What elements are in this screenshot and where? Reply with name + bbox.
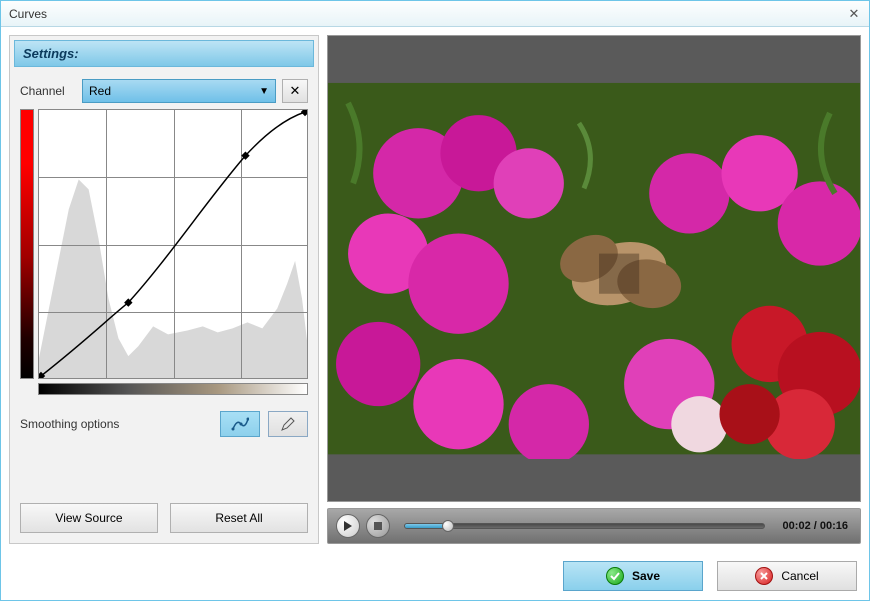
- preview-panel: 00:02 / 00:16: [327, 35, 861, 544]
- content-area: Settings: Channel Red ▼ ✕: [1, 27, 869, 552]
- seek-thumb[interactable]: [442, 520, 454, 532]
- channel-value: Red: [89, 84, 111, 98]
- save-button[interactable]: Save: [563, 561, 703, 591]
- video-preview[interactable]: [327, 35, 861, 502]
- horizontal-gradient: [38, 383, 308, 395]
- channel-label: Channel: [20, 84, 76, 98]
- cancel-label: Cancel: [781, 569, 818, 583]
- settings-panel: Settings: Channel Red ▼ ✕: [9, 35, 319, 544]
- current-time: 00:02: [783, 520, 811, 532]
- check-icon: [606, 567, 624, 585]
- remove-channel-button[interactable]: ✕: [282, 79, 308, 103]
- reset-all-button[interactable]: Reset All: [170, 503, 308, 533]
- stop-button[interactable]: [366, 514, 390, 538]
- panel-buttons: View Source Reset All: [10, 493, 318, 543]
- close-icon: ✕: [290, 83, 301, 99]
- titlebar[interactable]: Curves ✕: [1, 1, 869, 27]
- smoothing-label: Smoothing options: [20, 417, 212, 431]
- curve-editor: [10, 109, 318, 401]
- dialog-footer: Save Cancel: [1, 552, 869, 600]
- view-source-button[interactable]: View Source: [20, 503, 158, 533]
- seek-bar[interactable]: [404, 523, 765, 529]
- vertical-gradient: [20, 109, 34, 379]
- channel-select[interactable]: Red ▼: [82, 79, 276, 103]
- pencil-icon: [280, 416, 296, 432]
- smoothing-row: Smoothing options: [10, 401, 318, 447]
- stop-icon: [374, 522, 382, 530]
- channel-row: Channel Red ▼ ✕: [10, 71, 318, 109]
- settings-header: Settings:: [14, 40, 314, 67]
- save-label: Save: [632, 569, 660, 583]
- chevron-down-icon: ▼: [259, 86, 269, 97]
- play-icon: [343, 521, 353, 531]
- window-title: Curves: [7, 7, 845, 21]
- player-bar: 00:02 / 00:16: [327, 508, 861, 544]
- curve-line[interactable]: [39, 110, 307, 378]
- curves-dialog: Curves ✕ Settings: Channel Red ▼ ✕: [0, 0, 870, 601]
- curve-canvas[interactable]: [38, 109, 308, 379]
- total-time: 00:16: [820, 520, 848, 532]
- close-icon[interactable]: ✕: [845, 5, 863, 23]
- smooth-curve-button[interactable]: [220, 411, 260, 437]
- curve-icon: [231, 417, 249, 431]
- time-display: 00:02 / 00:16: [779, 520, 852, 532]
- preview-image: [328, 78, 860, 459]
- cancel-button[interactable]: Cancel: [717, 561, 857, 591]
- cancel-icon: [755, 567, 773, 585]
- pencil-curve-button[interactable]: [268, 411, 308, 437]
- play-button[interactable]: [336, 514, 360, 538]
